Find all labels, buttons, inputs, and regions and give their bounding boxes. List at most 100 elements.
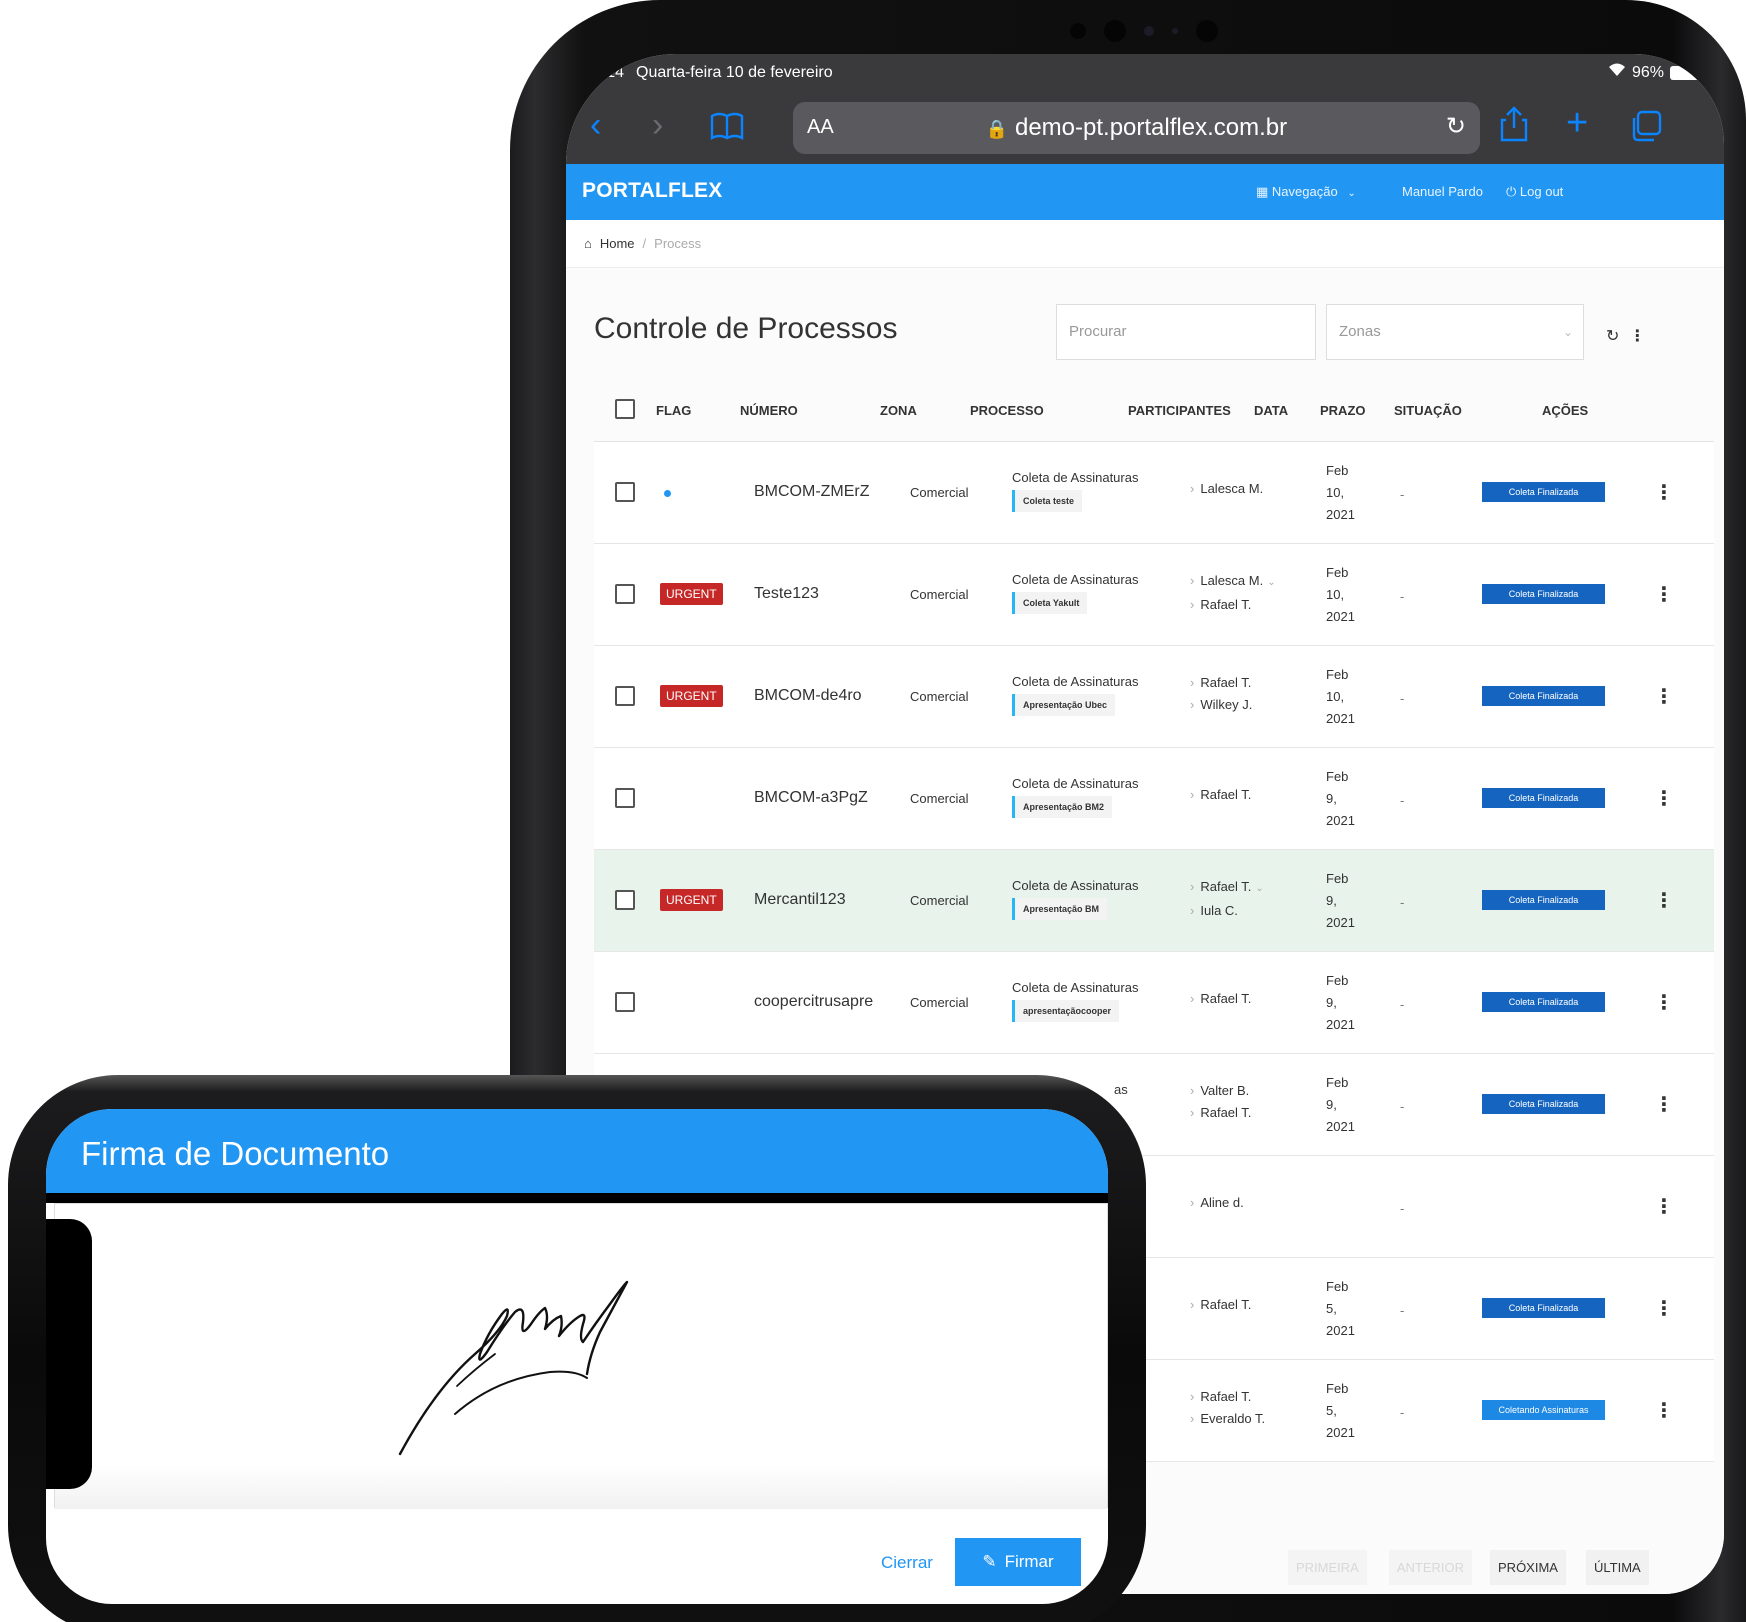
row-actions-icon[interactable]: ⋮: [1654, 1092, 1674, 1117]
table-row[interactable]: URGENT BMCOM-de4ro Comercial Coleta de Assi…: [594, 646, 1714, 748]
sign-button[interactable]: ✎ Firmar: [955, 1538, 1081, 1586]
col-flag[interactable]: FLAG: [656, 403, 691, 418]
expand-icon[interactable]: ⌄: [1255, 883, 1263, 894]
participantes-cell[interactable]: › Rafael T. ⌄ › Iula C.: [1190, 876, 1264, 922]
zones-select[interactable]: Zonas ⌄: [1326, 304, 1584, 360]
data-cell: Feb 10, 2021: [1326, 664, 1355, 730]
table-row[interactable]: URGENT Teste123 Comercial Coleta de Assinat…: [594, 544, 1714, 646]
chevron-right-icon: ›: [1190, 697, 1195, 712]
col-numero[interactable]: NÚMERO: [740, 403, 798, 418]
numero-cell[interactable]: Teste123: [754, 585, 819, 603]
close-button[interactable]: Cierrar: [881, 1553, 933, 1573]
status-badge: Coleta Finalizada: [1482, 788, 1605, 808]
processo-cell: Coleta de Assinaturas: [1012, 878, 1139, 893]
expand-icon[interactable]: ⌄: [1267, 577, 1275, 588]
data-cell: Feb 10, 2021: [1326, 460, 1355, 526]
participant-name: Rafael T.: [1200, 675, 1252, 690]
row-actions-icon[interactable]: ⋮: [1654, 1398, 1674, 1423]
logout-button[interactable]: ⏻ Log out: [1506, 184, 1563, 200]
col-data[interactable]: DATA: [1254, 403, 1288, 418]
col-prazo[interactable]: PRAZO: [1320, 403, 1366, 418]
participantes-cell[interactable]: › Valter B. › Rafael T.: [1190, 1080, 1251, 1124]
signature-canvas[interactable]: [54, 1203, 1108, 1509]
refresh-icon[interactable]: ↻: [1606, 326, 1619, 346]
col-acoes: AÇÕES: [1542, 403, 1589, 418]
new-tab-icon[interactable]: +: [1566, 102, 1588, 145]
row-actions-icon[interactable]: ⋮: [1654, 990, 1674, 1015]
participantes-cell[interactable]: › Lalesca M.: [1190, 478, 1263, 500]
date-part: Feb: [1326, 1279, 1349, 1294]
app-logo[interactable]: PORTALFLEX: [582, 179, 722, 203]
row-checkbox[interactable]: [615, 992, 635, 1012]
more-options-icon[interactable]: ⋮: [1629, 326, 1645, 346]
last-page-button[interactable]: ÚLTIMA: [1585, 1550, 1649, 1585]
row-checkbox[interactable]: [615, 890, 635, 910]
prev-page-button[interactable]: ANTERIOR: [1388, 1550, 1473, 1585]
date-part: 9,: [1326, 995, 1337, 1010]
col-situacao[interactable]: SITUAÇÃO: [1394, 403, 1462, 418]
participantes-cell[interactable]: › Rafael T. › Everaldo T.: [1190, 1386, 1265, 1430]
row-actions-icon[interactable]: ⋮: [1654, 480, 1674, 505]
tabs-icon[interactable]: [1630, 110, 1662, 151]
date-part: 9,: [1326, 791, 1337, 806]
date-part: 5,: [1326, 1301, 1337, 1316]
modal-divider: [46, 1193, 1108, 1203]
chevron-down-icon: ⌄: [1562, 325, 1573, 339]
url-text: demo-pt.portalflex.com.br: [1014, 114, 1288, 141]
col-zona[interactable]: ZONA: [880, 403, 917, 418]
share-icon[interactable]: [1500, 106, 1528, 151]
participantes-cell[interactable]: › Aline d.: [1190, 1192, 1244, 1214]
user-menu[interactable]: Manuel Pardo: [1402, 184, 1483, 199]
status-badge: Coleta Finalizada: [1482, 584, 1605, 604]
participant-name: Everaldo T.: [1200, 1411, 1266, 1426]
table-row[interactable]: coopercitrusapre Comercial Coleta de Assin…: [594, 952, 1714, 1054]
search-input[interactable]: Procurar: [1056, 304, 1316, 360]
participantes-cell[interactable]: › Rafael T. › Wilkey J.: [1190, 672, 1252, 716]
numero-cell[interactable]: Mercantil123: [754, 891, 846, 909]
first-page-button[interactable]: PRIMEIRA: [1288, 1550, 1367, 1585]
power-icon: ⏻: [1506, 184, 1517, 199]
row-checkbox[interactable]: [615, 584, 635, 604]
participant-name: Rafael T.: [1200, 597, 1252, 612]
row-actions-icon[interactable]: ⋮: [1654, 1194, 1674, 1219]
numero-cell[interactable]: BMCOM-de4ro: [754, 687, 862, 705]
status-badge: Coleta Finalizada: [1482, 686, 1605, 706]
numero-cell[interactable]: BMCOM-a3PgZ: [754, 789, 868, 807]
urgent-badge: URGENT: [660, 889, 723, 911]
participantes-cell[interactable]: › Rafael T.: [1190, 988, 1251, 1010]
forward-icon[interactable]: ›: [652, 106, 663, 145]
table-row[interactable]: BMCOM-a3PgZ Comercial Coleta de Assinatura…: [594, 748, 1714, 850]
browser-toolbar: ‹ › AA 🔒 demo-pt.portalflex.com.br ↻ +: [566, 92, 1724, 164]
navigation-menu[interactable]: ▦ Navegação ⌄: [1256, 184, 1356, 200]
numero-cell[interactable]: coopercitrusapre: [754, 993, 873, 1011]
row-actions-icon[interactable]: ⋮: [1654, 786, 1674, 811]
row-actions-icon[interactable]: ⋮: [1654, 684, 1674, 709]
row-actions-icon[interactable]: ⋮: [1654, 1296, 1674, 1321]
participantes-cell[interactable]: › Lalesca M. ⌄ › Rafael T.: [1190, 570, 1276, 616]
app-header: PORTALFLEX ▦ Navegação ⌄ Manuel Pardo ⏻ …: [566, 164, 1724, 220]
row-checkbox[interactable]: [615, 686, 635, 706]
col-participantes[interactable]: PARTICIPANTES: [1128, 403, 1231, 418]
breadcrumb-home[interactable]: Home: [600, 236, 635, 251]
processo-cell: Coleta de Assinaturas: [1012, 980, 1139, 995]
row-checkbox[interactable]: [615, 482, 635, 502]
table-row[interactable]: URGENT Mercantil123 Comercial Coleta de Ass…: [594, 850, 1714, 952]
address-bar[interactable]: AA 🔒 demo-pt.portalflex.com.br ↻: [793, 102, 1480, 154]
table-row[interactable]: BMCOM-ZMErZ Comercial Coleta de Assinatura…: [594, 442, 1714, 544]
back-icon[interactable]: ‹: [590, 106, 601, 145]
processo-tag: Apresentação BM2: [1012, 796, 1113, 818]
select-all-checkbox[interactable]: [615, 399, 635, 419]
participantes-cell[interactable]: › Rafael T.: [1190, 784, 1251, 806]
col-processo[interactable]: PROCESSO: [970, 403, 1044, 418]
data-cell: Feb 5, 2021: [1326, 1378, 1355, 1444]
participantes-cell[interactable]: › Rafael T.: [1190, 1294, 1251, 1316]
row-actions-icon[interactable]: ⋮: [1654, 582, 1674, 607]
prazo-cell: -: [1400, 691, 1405, 706]
bookmarks-icon[interactable]: [710, 110, 744, 149]
numero-cell[interactable]: BMCOM-ZMErZ: [754, 483, 870, 501]
date-part: 10,: [1326, 587, 1345, 602]
next-page-button[interactable]: PRÓXIMA: [1490, 1550, 1566, 1585]
row-actions-icon[interactable]: ⋮: [1654, 888, 1674, 913]
reload-icon[interactable]: ↻: [1446, 112, 1466, 141]
row-checkbox[interactable]: [615, 788, 635, 808]
